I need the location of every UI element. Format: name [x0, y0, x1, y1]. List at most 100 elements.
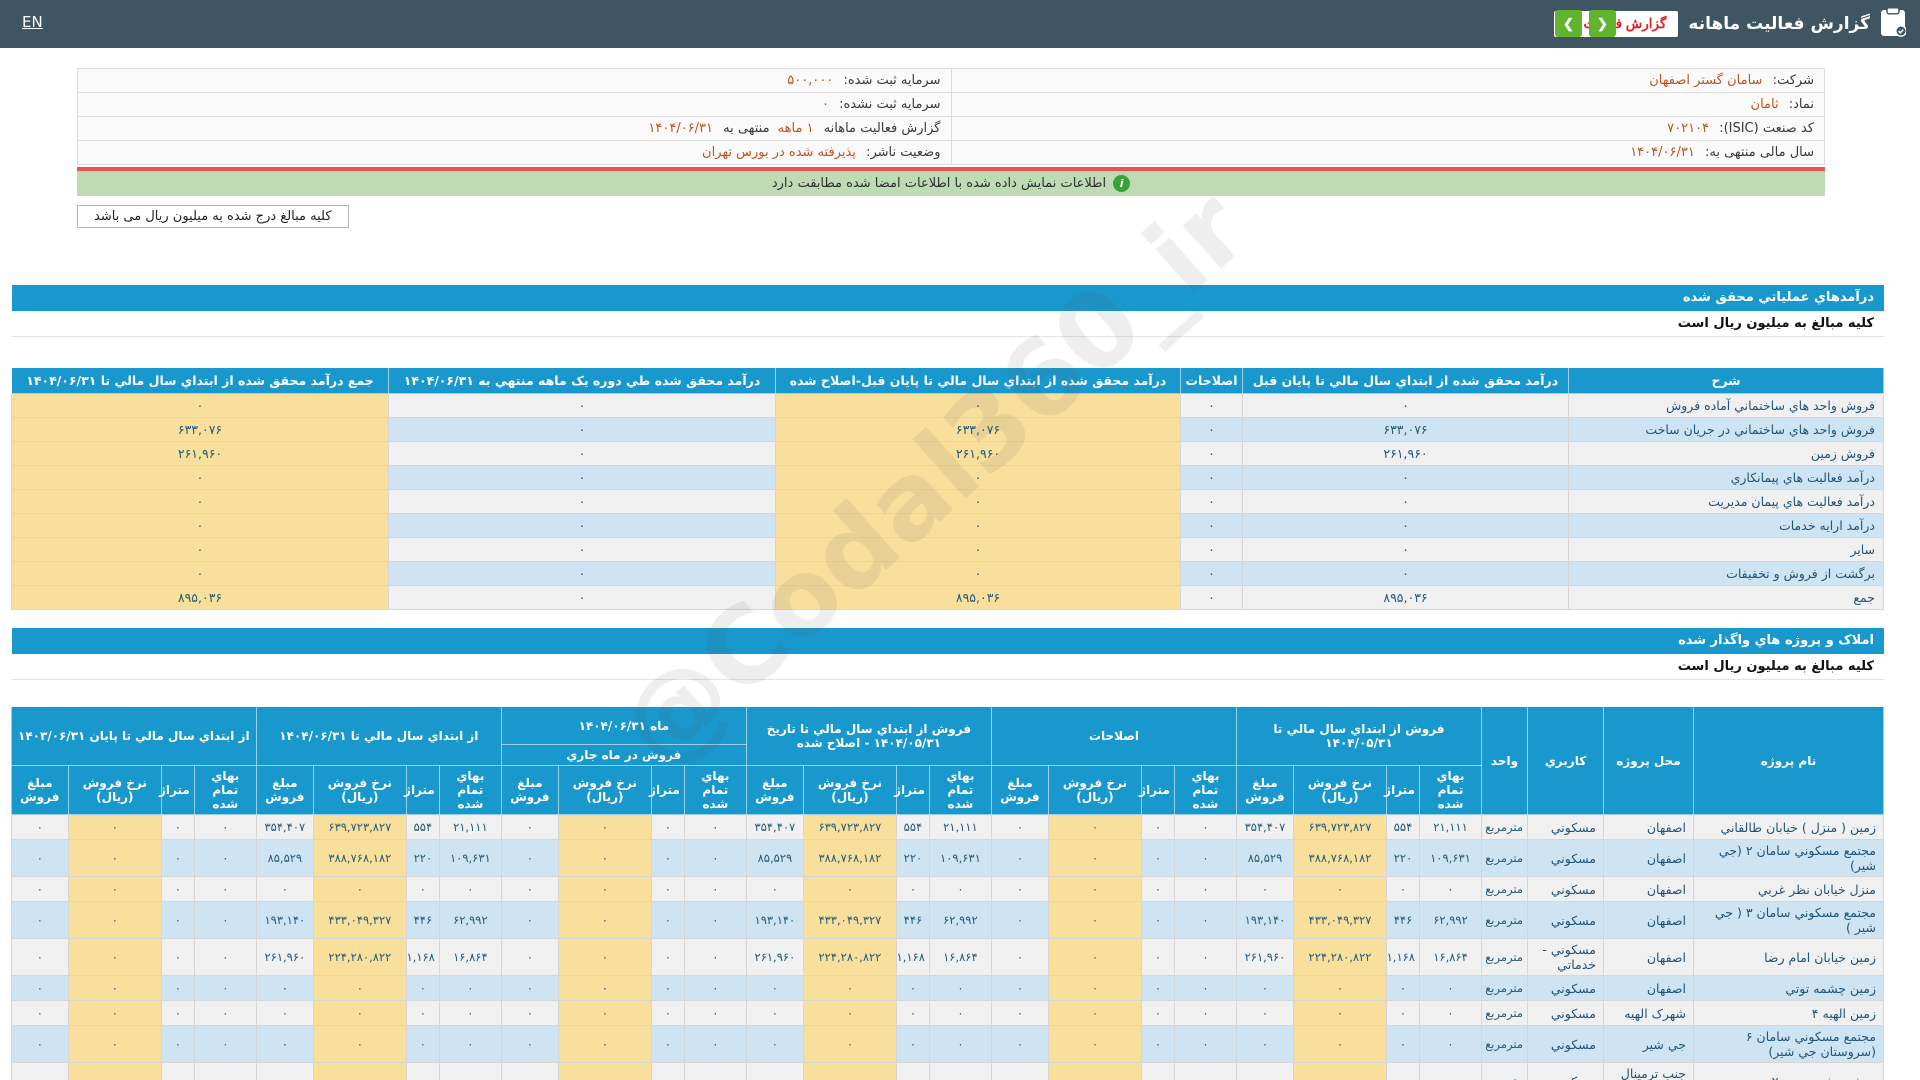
unit-note-wrap: کلیه مبالغ درج شده به میلیون ریال می باش…	[77, 205, 1825, 228]
section-revenue-header: درآمدهاي عملياتي محقق شده	[12, 285, 1884, 311]
value-cell: ۰	[68, 902, 161, 939]
value-cell: ۲۱,۱۱۱	[1420, 815, 1482, 840]
value-cell: ۸۹۵,۰۳۶	[1243, 586, 1569, 610]
value-cell: ۰	[651, 840, 684, 877]
value-cell: ۰	[991, 840, 1048, 877]
field-value[interactable]: ۱۴۰۴/۰۶/۳۱	[1630, 145, 1695, 160]
section-projects-header: املاک و پروژه هاي واگذار شده	[12, 628, 1884, 654]
location-cell: اصفهان	[1604, 815, 1694, 840]
value-cell: ۴۴۶	[896, 902, 929, 939]
value-cell: ۱۶,۸۶۴	[439, 939, 501, 976]
project-row: زمین الهیه ۴ شهرک الهیه مسکوني مترمربع ۰…	[11, 1001, 1883, 1026]
section-projects: املاک و پروژه هاي واگذار شده کلیه مبالغ …	[12, 628, 1884, 1080]
column-header: واحد	[1482, 707, 1528, 815]
unit-cell: مترمربع	[1482, 815, 1528, 840]
column-header: جمع درآمد محقق شده از ابتداي سال مالي تا…	[12, 368, 389, 394]
value-cell: ۰	[1048, 815, 1141, 840]
column-header: درآمد محقق شده طي دوره یک ماهه منتهي به …	[389, 368, 776, 394]
row-label: درآمد فعالیت هاي پیمان مدیریت	[1569, 490, 1884, 514]
field-value[interactable]: سامان گستر اصفهان	[1649, 73, 1762, 88]
value-cell: ۰	[256, 1001, 313, 1026]
value-cell: ۰	[1294, 976, 1387, 1001]
sub-header: بهاي تمام شده	[194, 766, 256, 815]
value-cell: ۰	[684, 1001, 746, 1026]
sub-header: نرخ فروش (ریال)	[313, 766, 406, 815]
value-cell: ۰	[558, 815, 651, 840]
value-cell: ۲۲۴,۲۸۰,۸۲۲	[1294, 939, 1387, 976]
value-cell: ۰	[1048, 840, 1141, 877]
company-info-cell: شرکت: سامان گستر اصفهان	[951, 69, 1825, 93]
value-cell: ۰	[991, 1026, 1048, 1063]
value-cell: ۰	[684, 1026, 746, 1063]
value-cell: ۰	[1181, 562, 1243, 586]
value-cell: ۰	[313, 1026, 406, 1063]
field-value[interactable]: ۱ ماهه	[778, 121, 814, 136]
field-value[interactable]: ۰	[822, 97, 829, 112]
value-cell: ۰	[389, 538, 776, 562]
value-cell: ۲۶۱,۹۶۰	[12, 442, 389, 466]
revenue-row: درآمد ارایه خدمات ۰ ۰ ۰ ۰ ۰	[12, 514, 1884, 538]
field-value[interactable]: پذیرفته شده در بورس تهران	[702, 145, 856, 160]
value-cell: ۰	[194, 902, 256, 939]
value-cell: ۲۲۴,۲۸۰,۸۲۲	[803, 939, 896, 976]
value-cell: ۰	[803, 1001, 896, 1026]
sub-header: نرخ فروش (ریال)	[803, 766, 896, 815]
value-cell: ۰	[406, 1026, 439, 1063]
revenue-row: جمع ۸۹۵,۰۳۶ ۰ ۸۹۵,۰۳۶ ۰ ۸۹۵,۰۳۶	[12, 586, 1884, 610]
value-cell: ۰	[684, 976, 746, 1001]
value-cell: ۰	[1294, 1001, 1387, 1026]
company-info: شرکت: سامان گستر اصفهان سرمایه ثبت شده: …	[77, 68, 1825, 165]
field-label: وضعیت ناشر:	[866, 145, 940, 160]
value-cell: ۰	[776, 466, 1181, 490]
value-cell: ۰	[1141, 902, 1174, 939]
value-cell: ۰	[12, 466, 389, 490]
value-cell: ۰	[1141, 840, 1174, 877]
value-cell: ۰	[439, 877, 501, 902]
field-value[interactable]: ۷۰۲۱۰۴	[1667, 121, 1709, 136]
value-cell: ۰	[439, 1026, 501, 1063]
value-cell: ۰	[1294, 1063, 1387, 1080]
value-cell: ۰	[501, 1063, 558, 1080]
field-label: کد صنعت (ISIC):	[1719, 121, 1814, 136]
revenue-row: برگشت از فروش و تخفیفات ۰ ۰ ۰ ۰ ۰	[12, 562, 1884, 586]
value-cell: ۰	[1174, 1001, 1236, 1026]
value-cell: ۰	[991, 1063, 1048, 1080]
value-cell: ۰	[1420, 1026, 1482, 1063]
row-label: درآمد ارایه خدمات	[1569, 514, 1884, 538]
value-cell: ۰	[776, 490, 1181, 514]
value-cell: ۰	[896, 976, 929, 1001]
field-value[interactable]: ۵۰۰,۰۰۰	[787, 73, 833, 88]
project-name-cell: مجتمع مسکوني سامان ۶ (سروستان جي شیر)	[1694, 1026, 1884, 1063]
column-header: درآمد محقق شده از ابتداي سال مالي تا پای…	[776, 368, 1181, 394]
language-link[interactable]: EN	[22, 13, 43, 31]
value-cell: ۰	[389, 562, 776, 586]
value-cell: ۸۵,۵۲۹	[746, 840, 803, 877]
value-cell: ۰	[313, 1063, 406, 1080]
field-value[interactable]: ۱۴۰۴/۰۶/۳۱	[648, 121, 713, 136]
company-info-table: شرکت: سامان گستر اصفهان سرمایه ثبت شده: …	[77, 68, 1825, 165]
value-cell: ۰	[1141, 877, 1174, 902]
location-cell: اصفهان	[1604, 976, 1694, 1001]
value-cell: ۰	[651, 902, 684, 939]
nav-prev-button[interactable]: ❮	[1555, 10, 1582, 37]
value-cell: ۱۰۹,۶۳۱	[929, 840, 991, 877]
project-name-cell: مجتمع مسکوني سامان ۳ ( جي شیر )	[1694, 902, 1884, 939]
value-cell: ۰	[11, 976, 68, 1001]
value-cell: ۰	[803, 1026, 896, 1063]
value-cell: ۰	[1048, 976, 1141, 1001]
value-cell: ۰	[929, 1063, 991, 1080]
value-cell: ۰	[651, 877, 684, 902]
company-info-cell: وضعیت ناشر: پذیرفته شده در بورس تهران	[78, 141, 952, 165]
value-cell: ۰	[194, 877, 256, 902]
value-cell: ۰	[1236, 1026, 1293, 1063]
value-cell: ۶۳۹,۷۲۳,۸۲۷	[1294, 815, 1387, 840]
value-cell: ۰	[194, 1001, 256, 1026]
revenue-row: سایر ۰ ۰ ۰ ۰ ۰	[12, 538, 1884, 562]
nav-next-button[interactable]: ❯	[1589, 10, 1616, 37]
revenue-header-row: شرح درآمد محقق شده از ابتداي سال مالي تا…	[12, 368, 1884, 394]
value-cell: ۶۳۳,۰۷۶	[12, 418, 389, 442]
field-value[interactable]: ثامان	[1751, 97, 1779, 112]
group-header: فروش از ابتداي سال مالي تا تاریخ ۱۴۰۴/۰۵…	[746, 707, 991, 766]
value-cell: ۰	[1174, 840, 1236, 877]
group-header: اصلاحات	[991, 707, 1236, 766]
